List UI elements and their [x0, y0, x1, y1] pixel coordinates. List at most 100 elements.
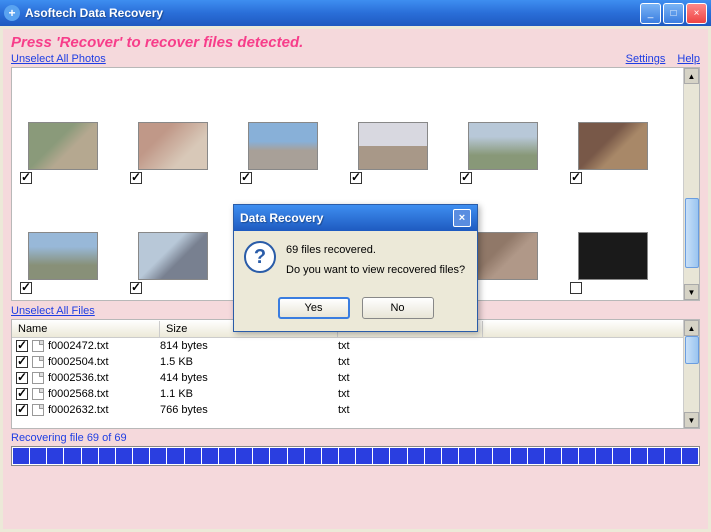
file-checkbox[interactable] — [16, 388, 28, 400]
scroll-down-icon[interactable]: ▼ — [684, 412, 699, 428]
progress-segment — [133, 448, 149, 464]
file-scrollbar[interactable]: ▲ ▼ — [683, 320, 699, 428]
question-icon: ? — [244, 241, 276, 273]
recovery-dialog: Data Recovery × ? 69 files recovered. Do… — [233, 204, 478, 332]
photo-checkbox[interactable] — [570, 282, 582, 294]
photo-item[interactable] — [18, 74, 128, 184]
minimize-button[interactable]: _ — [640, 3, 661, 24]
maximize-button[interactable]: □ — [663, 3, 684, 24]
photo-thumbnail[interactable] — [28, 122, 98, 170]
scroll-down-icon[interactable]: ▼ — [684, 284, 699, 300]
progress-segment — [579, 448, 595, 464]
progress-segment — [356, 448, 372, 464]
photo-item[interactable] — [128, 74, 238, 184]
unselect-all-photos-link[interactable]: Unselect All Photos — [11, 53, 106, 65]
photo-thumbnail[interactable] — [578, 232, 648, 280]
photo-thumbnail[interactable] — [138, 122, 208, 170]
col-name-header[interactable]: Name — [12, 321, 160, 337]
photo-thumbnail[interactable] — [468, 122, 538, 170]
photo-thumbnail[interactable] — [28, 232, 98, 280]
photo-checkbox[interactable] — [20, 172, 32, 184]
file-checkbox[interactable] — [16, 372, 28, 384]
table-row[interactable]: f0002568.txt1.1 KBtxt — [12, 386, 699, 402]
progress-segment — [185, 448, 201, 464]
photo-checkbox[interactable] — [130, 172, 142, 184]
table-row[interactable]: f0002504.txt1.5 KBtxt — [12, 354, 699, 370]
photo-item[interactable] — [238, 74, 348, 184]
scroll-thumb[interactable] — [685, 198, 699, 268]
file-name: f0002472.txt — [48, 340, 160, 352]
progress-segment — [631, 448, 647, 464]
file-checkbox[interactable] — [16, 356, 28, 368]
file-ext: txt — [338, 356, 483, 368]
file-name: f0002568.txt — [48, 388, 160, 400]
file-icon — [32, 372, 44, 384]
progress-segment — [511, 448, 527, 464]
progress-segment — [682, 448, 698, 464]
file-name: f0002504.txt — [48, 356, 160, 368]
unselect-all-files-link[interactable]: Unselect All Files — [11, 305, 95, 317]
photo-thumbnail[interactable] — [468, 232, 538, 280]
progress-segment — [99, 448, 115, 464]
progress-segment — [528, 448, 544, 464]
table-row[interactable]: f0002632.txt766 bytestxt — [12, 402, 699, 418]
scroll-thumb[interactable] — [685, 336, 699, 364]
dialog-close-button[interactable]: × — [453, 209, 471, 227]
photo-item[interactable] — [348, 74, 458, 184]
progress-segment — [476, 448, 492, 464]
progress-segment — [30, 448, 46, 464]
file-size: 414 bytes — [160, 372, 338, 384]
close-button[interactable]: × — [686, 3, 707, 24]
progress-segment — [236, 448, 252, 464]
scroll-up-icon[interactable]: ▲ — [684, 68, 699, 84]
progress-bar — [11, 446, 700, 466]
progress-segment — [150, 448, 166, 464]
progress-segment — [64, 448, 80, 464]
progress-segment — [13, 448, 29, 464]
photo-checkbox[interactable] — [130, 282, 142, 294]
file-checkbox[interactable] — [16, 404, 28, 416]
col-blank-header[interactable] — [483, 327, 699, 331]
table-row[interactable]: f0002472.txt814 bytestxt — [12, 338, 699, 354]
progress-segment — [219, 448, 235, 464]
photo-checkbox[interactable] — [350, 172, 362, 184]
photo-item[interactable] — [18, 184, 128, 294]
progress-segment — [562, 448, 578, 464]
file-checkbox[interactable] — [16, 340, 28, 352]
photo-thumbnail[interactable] — [358, 122, 428, 170]
yes-button[interactable]: Yes — [278, 297, 350, 319]
photo-checkbox[interactable] — [570, 172, 582, 184]
file-icon — [32, 356, 44, 368]
photo-thumbnail[interactable] — [578, 122, 648, 170]
photo-item[interactable] — [568, 74, 678, 184]
photo-checkbox[interactable] — [460, 172, 472, 184]
photo-item[interactable] — [458, 74, 568, 184]
scroll-up-icon[interactable]: ▲ — [684, 320, 699, 336]
photo-checkbox[interactable] — [20, 282, 32, 294]
progress-segment — [390, 448, 406, 464]
help-link[interactable]: Help — [677, 53, 700, 65]
no-button[interactable]: No — [362, 297, 434, 319]
file-size: 766 bytes — [160, 404, 338, 416]
settings-link[interactable]: Settings — [626, 53, 666, 65]
photo-item[interactable] — [128, 184, 238, 294]
progress-segment — [373, 448, 389, 464]
photo-checkbox[interactable] — [240, 172, 252, 184]
photo-item[interactable] — [568, 184, 678, 294]
file-ext: txt — [338, 404, 483, 416]
photo-scrollbar[interactable]: ▲ ▼ — [683, 68, 699, 300]
instruction-text: Press 'Recover' to recover files detecte… — [11, 34, 700, 51]
photo-thumbnail[interactable] — [138, 232, 208, 280]
file-name: f0002536.txt — [48, 372, 160, 384]
file-ext: txt — [338, 340, 483, 352]
file-ext: txt — [338, 372, 483, 384]
progress-segment — [493, 448, 509, 464]
photo-thumbnail[interactable] — [248, 122, 318, 170]
file-icon — [32, 404, 44, 416]
progress-segment — [167, 448, 183, 464]
table-row[interactable]: f0002536.txt414 bytestxt — [12, 370, 699, 386]
progress-segment — [82, 448, 98, 464]
window-title: Asoftech Data Recovery — [25, 6, 640, 20]
file-size: 814 bytes — [160, 340, 338, 352]
progress-segment — [613, 448, 629, 464]
